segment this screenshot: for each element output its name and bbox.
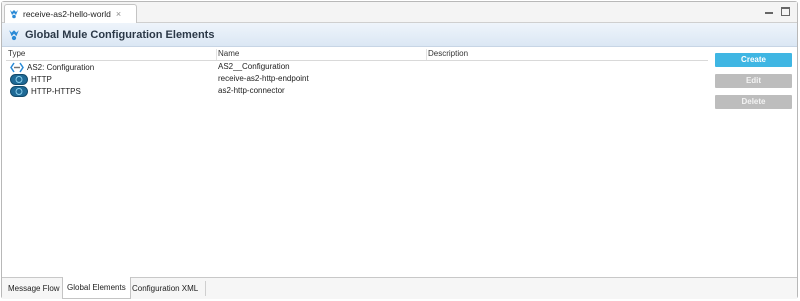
create-button[interactable]: Create [715,53,792,67]
minimize-icon[interactable] [764,6,774,16]
column-header-name[interactable]: Name [218,49,239,58]
name-cell: receive-as2-http-endpoint [218,74,309,83]
tab-message-flow[interactable]: Message Flow [4,278,64,299]
tab-configuration-xml[interactable]: Configuration XML [128,278,202,299]
editor-window: receive-as2-hello-world × Global Mule Co… [1,1,798,299]
name-cell: as2-http-connector [218,86,285,95]
table-row[interactable]: AS2: Configuration AS2__Configuration [6,61,708,73]
tab-global-elements[interactable]: Global Elements [62,277,131,299]
table-row[interactable]: HTTP receive-as2-http-endpoint [6,73,708,85]
column-header-type[interactable]: Type [8,49,25,58]
page-title: Global Mule Configuration Elements [25,28,215,41]
tab-divider [205,281,206,296]
http-icon [10,73,28,85]
config-elements-table: Type Name Description AS2: Configuration… [6,49,708,97]
type-cell: HTTP [10,73,52,85]
table-row[interactable]: HTTP-HTTPS as2-http-connector [6,85,708,97]
bottom-tab-bar: Message Flow Global Elements Configurati… [2,277,797,299]
mule-icon [9,29,19,40]
delete-button[interactable]: Delete [715,95,792,109]
maximize-icon[interactable] [781,7,790,16]
column-divider[interactable] [216,49,217,60]
type-label: HTTP [31,74,52,84]
type-label: HTTP-HTTPS [31,86,81,96]
http-https-icon [10,85,28,97]
edit-button[interactable]: Edit [715,74,792,88]
section-header: Global Mule Configuration Elements [2,23,797,47]
mule-icon [10,10,18,19]
as2-config-icon [10,62,24,72]
editor-tab-label: receive-as2-hello-world [23,9,111,19]
window-controls [764,6,790,16]
close-icon[interactable]: × [116,9,121,19]
editor-tab-bar: receive-as2-hello-world × [2,2,797,23]
type-label: AS2: Configuration [27,62,95,72]
column-divider[interactable] [426,49,427,60]
column-header-description[interactable]: Description [428,49,468,58]
type-cell: HTTP-HTTPS [10,85,81,97]
action-buttons: Create Edit Delete [715,53,792,116]
name-cell: AS2__Configuration [218,62,290,71]
type-cell: AS2: Configuration [10,61,94,73]
editor-tab[interactable]: receive-as2-hello-world × [4,4,137,23]
table-header: Type Name Description [6,49,708,61]
